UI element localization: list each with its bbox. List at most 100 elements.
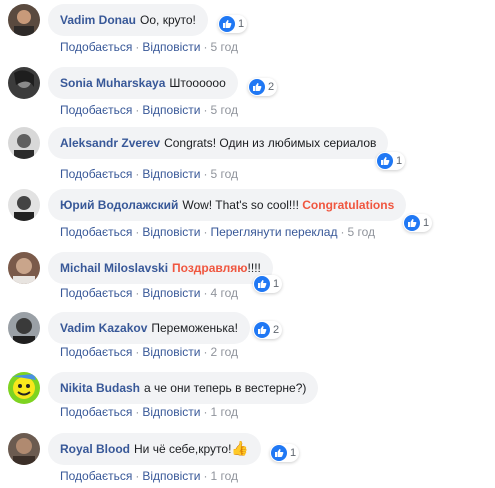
like-link[interactable]: Подобається <box>60 469 132 483</box>
reaction-count-value: 2 <box>273 324 280 336</box>
separator: · <box>203 286 208 300</box>
separator: · <box>135 225 140 239</box>
comment: Sonia Muharskaya Штоооооо 2 Подобається · В… <box>8 67 488 117</box>
reaction-count[interactable]: 2 <box>253 321 283 339</box>
separator: · <box>135 103 140 117</box>
comment-author[interactable]: Aleksandr Zverev <box>60 136 160 150</box>
comment-actions: Подобається · Відповісти · 2 год <box>60 345 238 359</box>
comment-actions: Подобається · Відповісти · 5 год <box>60 167 238 181</box>
reaction-count[interactable]: 1 <box>376 152 406 170</box>
reply-link[interactable]: Відповісти <box>142 103 200 117</box>
reply-link[interactable]: Відповісти <box>142 405 200 419</box>
comment-text: Переможенька! <box>151 321 238 335</box>
comment-time[interactable]: 4 год <box>210 286 238 300</box>
comment-time[interactable]: 5 год <box>210 103 238 117</box>
comment-time[interactable]: 5 год <box>347 225 375 239</box>
comment-text: Congrats! Один из любимых сериалов <box>164 136 377 150</box>
like-link[interactable]: Подобається <box>60 103 132 117</box>
separator: · <box>135 345 140 359</box>
comment-bubble: Юрий Водолажский Wow! That's so cool!!! C… <box>48 189 407 221</box>
like-link[interactable]: Подобається <box>60 286 132 300</box>
comment-text: !!!! <box>247 261 261 275</box>
avatar[interactable] <box>8 252 40 284</box>
comment: Vadim Kazakov Переможенька! 2 Подобається… <box>8 312 488 360</box>
avatar[interactable] <box>8 312 40 344</box>
reaction-count-value: 1 <box>423 217 430 229</box>
comment-bubble: Sonia Muharskaya Штоооооо <box>48 67 238 99</box>
comment-time[interactable]: 5 год <box>210 167 238 181</box>
comment-actions: Подобається · Відповісти · 5 год <box>60 40 238 54</box>
highlighted-text: Поздравляю <box>172 261 248 275</box>
separator: · <box>135 167 140 181</box>
comment-bubble: Nikita Budash а че они теперь в вестерне?… <box>48 372 319 404</box>
comment-bubble: Michail Miloslavski Поздравляю!!!! <box>48 252 273 284</box>
avatar[interactable] <box>8 372 40 404</box>
comment-time[interactable]: 1 год <box>210 405 238 419</box>
comment-text: Штоооооо <box>169 76 226 90</box>
comment-bubble: Royal Blood Ни чё себе,круто!👍 <box>48 433 261 465</box>
comment-actions: Подобається · Відповісти · 1 год <box>60 405 238 419</box>
reply-link[interactable]: Відповісти <box>142 225 200 239</box>
comment-bubble: Vadim Donau Оо, круто! <box>48 4 208 36</box>
reply-link[interactable]: Відповісти <box>142 286 200 300</box>
thumbs-up-icon <box>404 215 420 231</box>
separator: · <box>135 469 140 483</box>
comment: Юрий Водолажский Wow! That's so cool!!! C… <box>8 189 488 241</box>
comment-actions: Подобається · Відповісти · 5 год <box>60 103 238 117</box>
avatar[interactable] <box>8 433 40 465</box>
like-link[interactable]: Подобається <box>60 405 132 419</box>
reaction-count[interactable]: 1 <box>270 444 300 462</box>
comment-time[interactable]: 1 год <box>210 469 238 483</box>
reaction-count-value: 2 <box>268 81 275 93</box>
comment-author[interactable]: Sonia Muharskaya <box>60 76 165 90</box>
reaction-count-value: 1 <box>238 18 245 30</box>
comment-actions: Подобається · Відповісти · 4 год <box>60 286 238 300</box>
like-link[interactable]: Подобається <box>60 225 132 239</box>
separator: · <box>203 345 208 359</box>
reaction-count[interactable]: 2 <box>248 78 278 96</box>
avatar[interactable] <box>8 67 40 99</box>
thumbs-up-icon <box>254 322 270 338</box>
comment-author[interactable]: Nikita Budash <box>60 381 140 395</box>
comment-author[interactable]: Vadim Donau <box>60 13 136 27</box>
reaction-count[interactable]: 1 <box>403 214 433 232</box>
avatar[interactable] <box>8 127 40 159</box>
reaction-count-value: 1 <box>396 155 403 167</box>
separator: · <box>203 405 208 419</box>
comment: Vadim Donau Оо, круто! 1 Подобається · Відп… <box>8 4 488 54</box>
comment-text: Ни чё себе,круто! <box>134 442 232 456</box>
separator: · <box>135 405 140 419</box>
reply-link[interactable]: Відповісти <box>142 469 200 483</box>
comment-text: Wow! That's so cool!!! <box>182 198 303 212</box>
like-link[interactable]: Подобається <box>60 167 132 181</box>
like-link[interactable]: Подобається <box>60 345 132 359</box>
thumbs-up-icon <box>249 79 265 95</box>
separator: · <box>203 469 208 483</box>
comment-author[interactable]: Vadim Kazakov <box>60 321 147 335</box>
like-link[interactable]: Подобається <box>60 40 132 54</box>
comment-author[interactable]: Michail Miloslavski <box>60 261 168 275</box>
reply-link[interactable]: Відповісти <box>142 167 200 181</box>
avatar[interactable] <box>8 4 40 36</box>
reaction-count-value: 1 <box>290 447 297 459</box>
reply-link[interactable]: Відповісти <box>142 40 200 54</box>
avatar[interactable] <box>8 189 40 221</box>
comment-time[interactable]: 5 год <box>210 40 238 54</box>
separator: · <box>340 225 345 239</box>
separator: · <box>135 286 140 300</box>
comment-time[interactable]: 2 год <box>210 345 238 359</box>
reaction-count[interactable]: 1 <box>218 15 248 33</box>
comment-bubble: Aleksandr Zverev Congrats! Один из любимы… <box>48 127 389 159</box>
reaction-count[interactable]: 1 <box>253 275 283 293</box>
comment: Royal Blood Ни чё себе,круто!👍 1 Подобаєт… <box>8 433 488 483</box>
see-translation-link[interactable]: Переглянути переклад <box>210 225 337 239</box>
comment-author[interactable]: Юрий Водолажский <box>60 198 178 212</box>
reply-link[interactable]: Відповісти <box>142 345 200 359</box>
thumbs-up-icon <box>271 445 287 461</box>
comment: Aleksandr Zverev Congrats! Один из любимы… <box>8 127 488 181</box>
separator: · <box>203 103 208 117</box>
thumbs-up-icon <box>254 276 270 292</box>
comment-actions: Подобається · Відповісти · 1 год <box>60 469 238 483</box>
reaction-count-value: 1 <box>273 278 280 290</box>
comment-author[interactable]: Royal Blood <box>60 442 130 456</box>
